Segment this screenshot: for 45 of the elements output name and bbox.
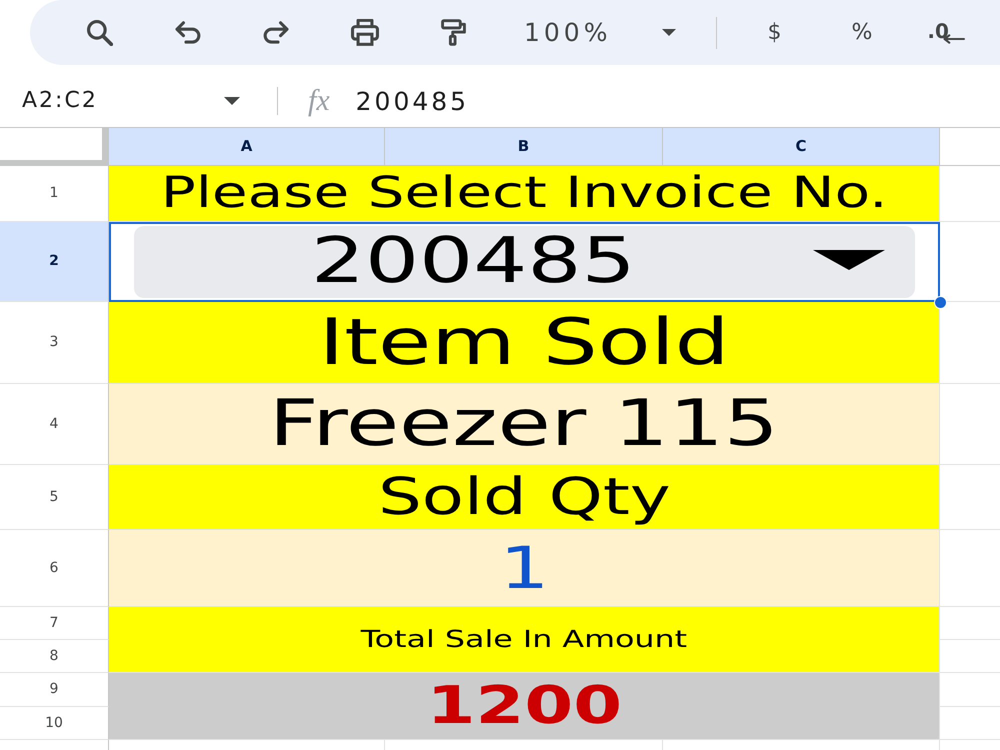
cell-text: 1200: [426, 680, 622, 732]
cell-text: Item Sold: [318, 310, 730, 374]
sheet-cell[interactable]: Freezer 115: [109, 384, 940, 465]
cell-text: Sold Qty: [378, 472, 670, 522]
fill-handle[interactable]: [934, 296, 947, 309]
percent-format-button[interactable]: %: [851, 22, 872, 44]
currency-format-button[interactable]: $: [767, 22, 782, 44]
row-header[interactable]: 5: [0, 465, 109, 530]
row-header[interactable]: 1: [0, 166, 109, 222]
cell-text: Please Select Invoice No.: [160, 172, 888, 215]
search-icon[interactable]: [87, 20, 113, 46]
caret-icon: [224, 97, 240, 105]
sheet-cell[interactable]: Total Sale In Amount: [109, 607, 940, 673]
caret-icon: [813, 250, 885, 270]
sheet-cell[interactable]: 200485: [109, 222, 940, 302]
column-header[interactable]: C: [663, 128, 940, 166]
decrease-decimal-button[interactable]: .0: [927, 21, 965, 44]
sheet-cell[interactable]: Sold Qty: [109, 465, 940, 530]
row-header[interactable]: 6: [0, 530, 109, 607]
row-header[interactable]: 8: [0, 640, 109, 673]
print-icon[interactable]: [351, 19, 379, 46]
caret-icon: [662, 29, 676, 36]
paint-roller-icon[interactable]: [441, 19, 466, 46]
column-header[interactable]: B: [385, 128, 663, 166]
column-header[interactable]: A: [109, 128, 385, 166]
sheet-cell[interactable]: Please Select Invoice No.: [109, 166, 940, 222]
sheet-cell[interactable]: 1: [109, 530, 940, 607]
row-header[interactable]: 3: [0, 302, 109, 384]
dropdown-chip[interactable]: 200485: [134, 226, 915, 298]
row-header[interactable]: 9: [0, 673, 109, 707]
name-box[interactable]: A2:C2: [0, 81, 255, 121]
cell-text: Freezer 115: [269, 392, 779, 456]
row-header[interactable]: 10: [0, 707, 109, 740]
function-label: fx: [308, 86, 330, 116]
sheet-cell[interactable]: Item Sold: [109, 302, 940, 384]
formula-field[interactable]: 200485: [354, 84, 472, 118]
row-header[interactable]: 2: [0, 222, 109, 302]
row-header[interactable]: 4: [0, 384, 109, 465]
row-header[interactable]: 7: [0, 607, 109, 640]
cell-text: Total Sale In Amount: [360, 628, 688, 652]
cell-text: 1: [499, 539, 549, 597]
undo-icon[interactable]: [175, 21, 201, 44]
sheet-cell[interactable]: 1200: [109, 673, 940, 740]
redo-icon[interactable]: [263, 21, 289, 44]
zoom-dropdown[interactable]: 100%: [524, 20, 676, 45]
